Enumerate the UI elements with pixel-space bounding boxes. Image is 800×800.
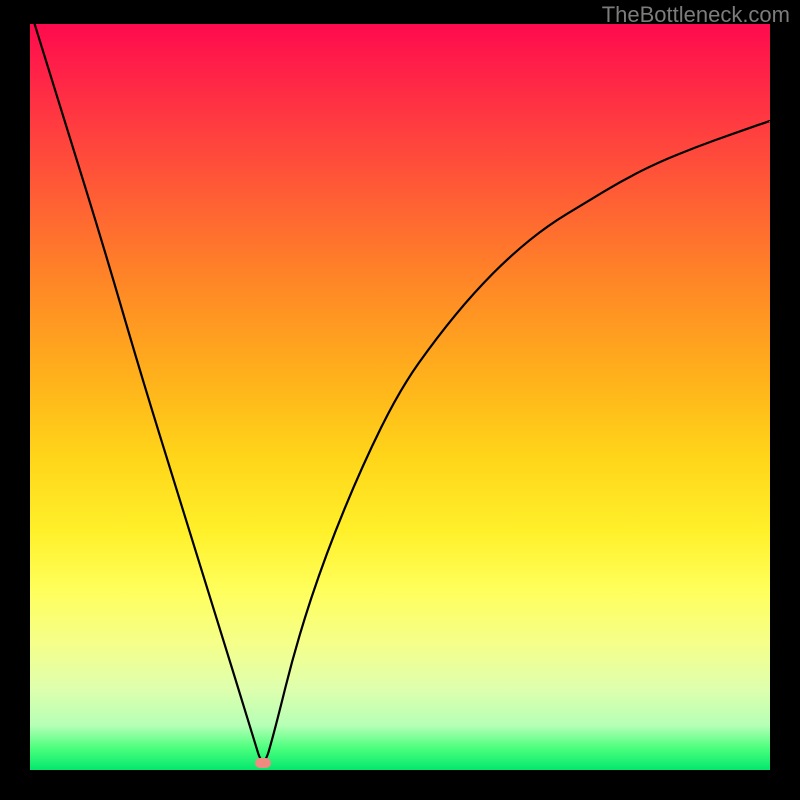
plot-area [30,24,770,770]
bottleneck-curve [30,24,770,770]
chart-frame: TheBottleneck.com [0,0,800,800]
watermark-label: TheBottleneck.com [602,2,790,28]
minimum-marker [255,758,271,768]
